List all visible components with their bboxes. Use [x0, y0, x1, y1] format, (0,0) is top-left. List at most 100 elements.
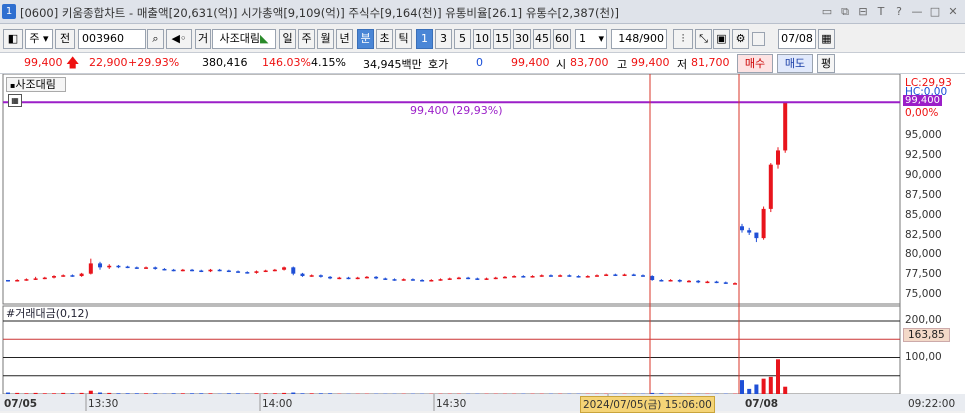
candle-body — [80, 274, 84, 276]
candle-body — [98, 263, 102, 267]
candle-body — [540, 275, 544, 277]
volume-bar — [236, 393, 240, 394]
window-minimize-icon[interactable]: — — [910, 5, 924, 19]
period-week[interactable]: 주 — [298, 29, 315, 49]
x-label-0708: 07/08 — [745, 398, 778, 410]
count-input[interactable]: 148/900 — [611, 29, 667, 49]
period-day[interactable]: 일 — [279, 29, 296, 49]
candle-body — [264, 271, 268, 273]
interval-select[interactable]: 1▾ — [575, 29, 607, 49]
candle-body — [43, 278, 47, 280]
volume-bar — [659, 393, 663, 394]
candle-body — [236, 271, 240, 273]
interval-45[interactable]: 45 — [533, 29, 551, 49]
interval-10[interactable]: 10 — [473, 29, 491, 49]
period-second[interactable]: 초 — [376, 29, 393, 49]
candle-body — [439, 279, 443, 281]
eval-button[interactable]: 평 — [817, 54, 835, 73]
candle-body — [89, 263, 93, 273]
candle-body — [577, 276, 581, 278]
chart-svg[interactable] — [0, 74, 965, 411]
candle-body — [346, 278, 350, 280]
sell-button[interactable]: 매도 — [777, 54, 813, 73]
help-icon[interactable]: ? — [892, 5, 906, 19]
interval-1[interactable]: 1 — [416, 29, 433, 49]
candle-body — [613, 274, 617, 276]
save-icon[interactable]: ▣ — [713, 29, 730, 49]
interval-60[interactable]: 60 — [553, 29, 571, 49]
volume-bar — [650, 393, 654, 394]
gear-icon[interactable]: ⚙ — [732, 29, 749, 49]
candle-body — [181, 270, 185, 272]
candle-body — [724, 282, 728, 284]
candle-body — [762, 209, 766, 238]
interval-5[interactable]: 5 — [454, 29, 471, 49]
candle-body — [227, 271, 231, 273]
candle-body — [282, 267, 286, 269]
ask-value: 99,400 — [511, 56, 550, 69]
volume-bar — [107, 393, 111, 394]
candle-body — [208, 270, 212, 272]
text-icon[interactable]: T — [874, 5, 888, 19]
search-icon[interactable]: ⌕ — [147, 29, 164, 49]
volume-panel-label: #거래대금(0,12) — [6, 305, 89, 321]
window-close-icon[interactable]: ✕ — [946, 5, 960, 19]
volume-bar — [747, 389, 751, 394]
change-pct: +29.93% — [128, 56, 179, 69]
volume-pct: 146.03% — [262, 56, 311, 69]
checkbox[interactable] — [752, 32, 765, 46]
chart-area[interactable]: ▪사조대림 ▦ 99,400 (29,93%) #거래대금(0,12) LC:2… — [0, 74, 965, 411]
volume-bar — [89, 391, 93, 394]
candle-body — [116, 266, 120, 268]
candle-body — [512, 276, 516, 278]
window-restore-icon[interactable]: □ — [928, 5, 942, 19]
candle-body — [190, 270, 194, 272]
sound-icon[interactable]: ◀◦ — [166, 29, 192, 49]
date-input[interactable]: 07/08 — [778, 29, 816, 49]
candle-body — [769, 165, 773, 209]
interval-15[interactable]: 15 — [493, 29, 511, 49]
volume-bar — [181, 393, 185, 394]
candle-body — [549, 275, 553, 277]
y-tick-90000: 90,000 — [905, 169, 942, 181]
link-icon[interactable]: ⧉ — [838, 5, 852, 19]
candle-body — [641, 275, 645, 277]
volume-bar — [762, 379, 766, 394]
candle-icon[interactable]: ⫶ — [673, 29, 693, 49]
candle-body — [705, 282, 709, 284]
period-year[interactable]: 년 — [336, 29, 353, 49]
split-icon[interactable]: ⊟ — [856, 5, 870, 19]
y-tick-80000: 80,000 — [905, 248, 942, 260]
window-number: 1 — [2, 4, 16, 19]
table-icon[interactable]: ▦ — [8, 94, 22, 107]
volume-bar — [126, 393, 130, 394]
period-minute[interactable]: 분 — [357, 29, 374, 49]
prev-button[interactable]: 전 — [55, 29, 75, 49]
period-select[interactable]: 주 ▾ — [25, 29, 53, 49]
interval-3[interactable]: 3 — [435, 29, 452, 49]
candle-body — [199, 271, 203, 273]
candle-body — [558, 275, 562, 277]
calendar-icon[interactable]: ▦ — [818, 29, 835, 49]
candle-body — [632, 274, 636, 276]
stock-name[interactable]: 사조대림◣ — [212, 29, 276, 49]
volume-bar — [310, 393, 314, 394]
candle-body — [740, 226, 744, 230]
candle-body — [291, 267, 295, 273]
layout-icon[interactable]: ◧ — [3, 29, 23, 49]
interval-30[interactable]: 30 — [513, 29, 531, 49]
stock-code-input[interactable]: 003960 — [78, 29, 146, 49]
volume-bar — [98, 393, 102, 394]
buy-button[interactable]: 매수 — [737, 54, 773, 73]
amount-value: 34,945백만 — [363, 56, 422, 72]
volume-bar — [6, 393, 10, 394]
volume-bar — [783, 387, 787, 394]
period-tick[interactable]: 틱 — [395, 29, 412, 49]
price-annotation: 99,400 (29,93%) — [410, 104, 503, 117]
period-month[interactable]: 월 — [317, 29, 334, 49]
draw-icon[interactable]: ⤡ — [695, 29, 712, 49]
turnover-value: 4.15% — [311, 56, 346, 69]
y-tick-82500: 82,500 — [905, 229, 942, 241]
minimize-icon[interactable]: ▭ — [820, 5, 834, 19]
volume-bar — [190, 393, 194, 394]
